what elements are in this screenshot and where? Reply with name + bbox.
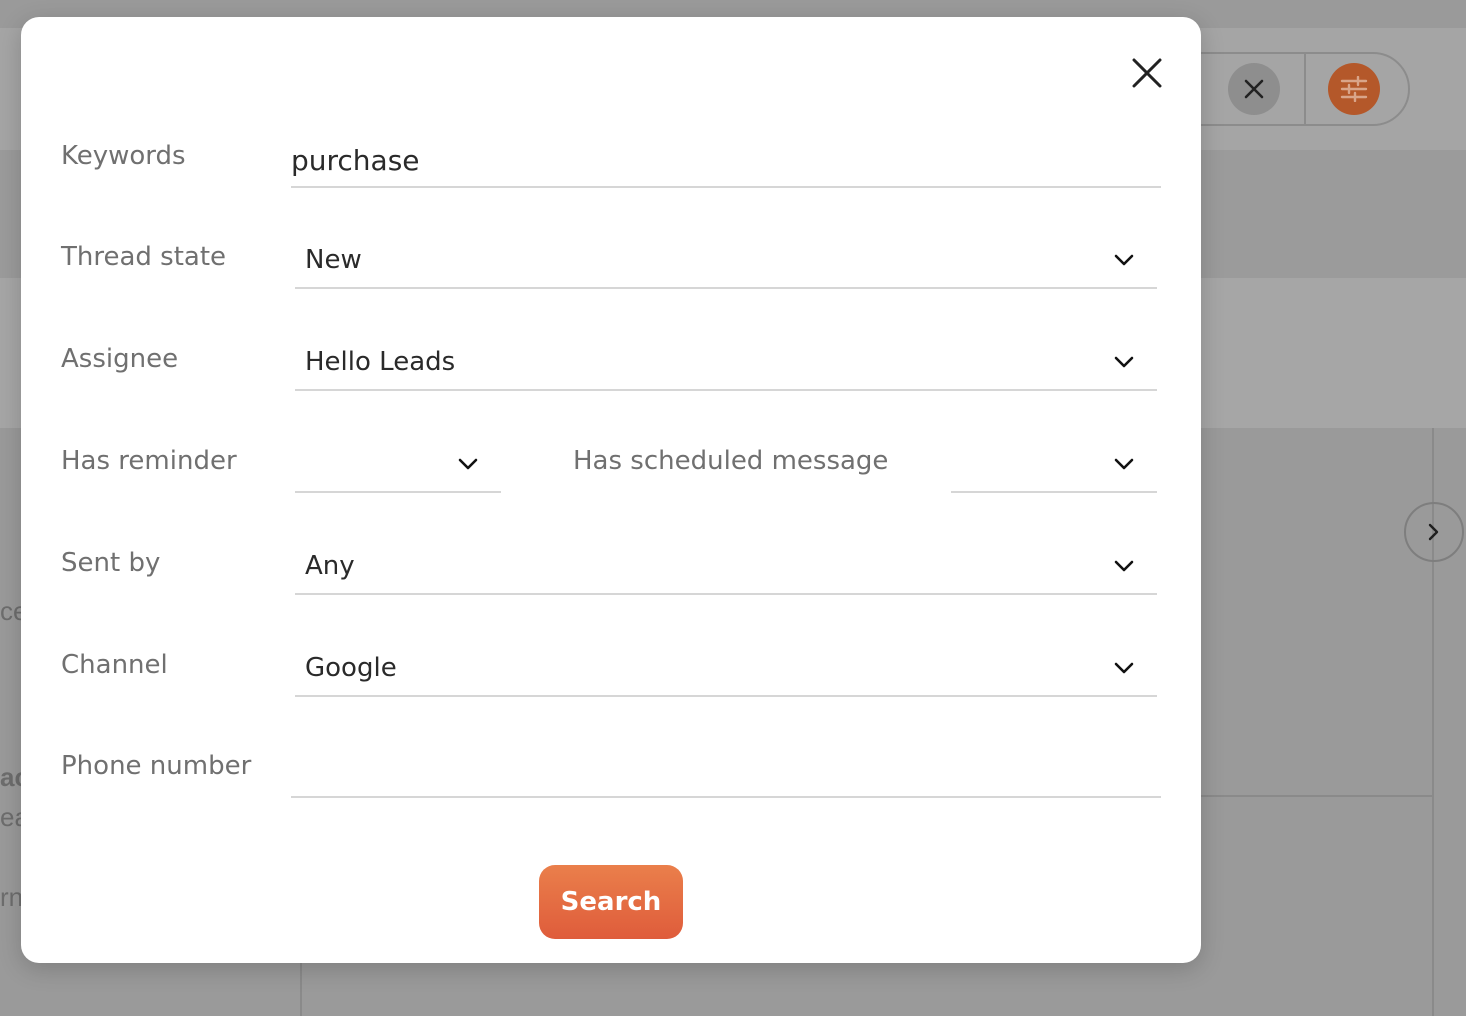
background-text-fragment: rn — [0, 882, 22, 912]
assignee-value: Hello Leads — [305, 347, 456, 377]
thread-state-label: Thread state — [61, 242, 227, 272]
channel-value: Google — [305, 653, 397, 683]
has-scheduled-message-select[interactable] — [951, 437, 1157, 493]
phone-number-label: Phone number — [61, 751, 252, 781]
chevron-down-icon — [1114, 458, 1134, 470]
chevron-down-icon — [1114, 254, 1134, 266]
chevron-right-icon — [1428, 523, 1439, 541]
background-pill-divider — [1304, 54, 1306, 124]
chevron-down-icon — [1114, 356, 1134, 368]
close-button[interactable] — [1127, 53, 1167, 93]
background-text-fragment: ce — [0, 596, 22, 626]
has-reminder-select[interactable] — [295, 437, 501, 493]
sent-by-label: Sent by — [61, 548, 161, 578]
background-next-button[interactable] — [1404, 502, 1464, 562]
thread-state-value: New — [305, 245, 362, 275]
background-text-fragment: ea — [0, 802, 22, 832]
phone-number-input[interactable] — [291, 744, 1161, 798]
keywords-label: Keywords — [61, 141, 186, 171]
sent-by-select[interactable]: Any — [295, 539, 1157, 595]
has-reminder-label: Has reminder — [61, 446, 237, 476]
search-button[interactable]: Search — [539, 865, 683, 939]
channel-select[interactable]: Google — [295, 641, 1157, 697]
sent-by-value: Any — [305, 551, 355, 581]
channel-label: Channel — [61, 650, 168, 680]
chevron-down-icon — [1114, 560, 1134, 572]
keywords-input[interactable] — [291, 134, 1161, 188]
background-divider — [1200, 795, 1434, 797]
sliders-icon — [1340, 76, 1368, 102]
chevron-down-icon — [458, 458, 478, 470]
chevron-down-icon — [1114, 662, 1134, 674]
background-clear-button[interactable] — [1228, 63, 1280, 115]
assignee-select[interactable]: Hello Leads — [295, 335, 1157, 391]
search-filter-modal: Keywords Thread state New Assignee Hello… — [21, 17, 1201, 963]
thread-state-select[interactable]: New — [295, 233, 1157, 289]
has-scheduled-message-label: Has scheduled message — [573, 446, 889, 476]
assignee-label: Assignee — [61, 344, 179, 374]
background-divider — [300, 960, 302, 1016]
background-text-fragment: ac — [0, 762, 22, 792]
background-filter-button[interactable] — [1328, 63, 1380, 115]
close-icon — [1244, 79, 1264, 99]
close-icon — [1132, 58, 1162, 88]
